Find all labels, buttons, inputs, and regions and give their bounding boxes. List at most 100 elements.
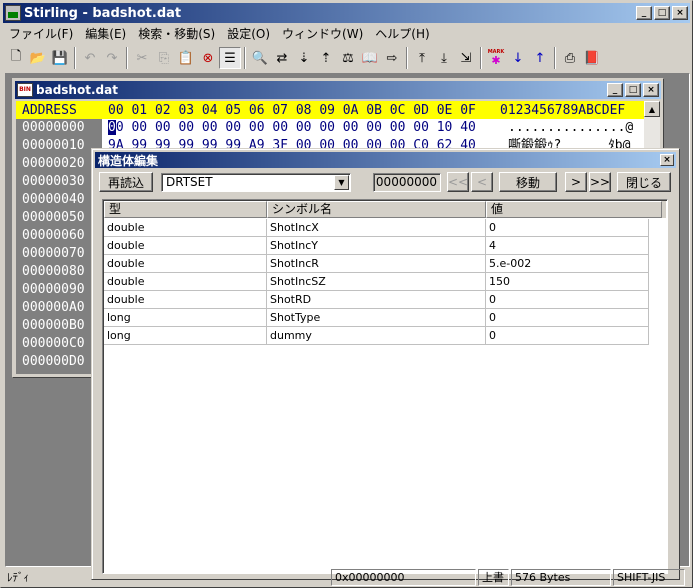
print-icon[interactable]: ⎙ — [559, 47, 581, 69]
menu-settings[interactable]: 設定(O) — [221, 25, 276, 42]
hex-bytes-row[interactable]: 00 00 00 00 00 00 00 00 00 00 00 00 00 0… — [102, 119, 476, 137]
table-row[interactable]: long ShotType 0 — [104, 309, 666, 327]
reload-button[interactable]: 再読込 — [99, 172, 153, 192]
cell-type: double — [104, 255, 267, 273]
menu-file[interactable]: ファイル(F) — [3, 25, 79, 42]
open-folder-icon[interactable]: 📂 — [27, 47, 49, 69]
cell-value[interactable]: 150 — [486, 273, 649, 291]
address-cell: 000000C0 — [22, 336, 85, 351]
offset-field[interactable]: 00000000 — [373, 173, 441, 192]
app-icon[interactable] — [5, 5, 21, 21]
address-cell: 00000060 — [22, 228, 85, 243]
undo-icon[interactable]: ↶ — [79, 47, 101, 69]
address-header: ADDRESS — [22, 102, 77, 118]
address-cell: 00000070 — [22, 246, 85, 261]
struct-select-value: DRTSET — [166, 175, 213, 189]
save-icon[interactable]: 💾 — [49, 47, 71, 69]
table-row[interactable]: double ShotIncSZ 150 — [104, 273, 666, 291]
dialog-close-icon[interactable]: × — [660, 154, 674, 166]
minimize-button[interactable]: _ — [636, 6, 652, 20]
cell-value[interactable]: 4 — [486, 237, 649, 255]
cell-value[interactable]: 5.e-002 — [486, 255, 649, 273]
find-next-icon[interactable]: ⇣ — [293, 47, 315, 69]
table-row[interactable]: double ShotIncR 5.e-002 — [104, 255, 666, 273]
page-end-icon[interactable]: ⇲ — [455, 47, 477, 69]
cell-symbol: ShotIncSZ — [267, 273, 486, 291]
mark-next-icon[interactable]: ↓ — [507, 47, 529, 69]
cell-value[interactable]: 0 — [486, 327, 649, 345]
toolbar: 🗋 📂 💾 ↶ ↷ ✂ ⎘ 📋 ⊗ ☰ 🔍 ⇄ ⇣ ⇡ ⚖ 📖 ⇨ ⤒ ⤓ ⇲ … — [5, 45, 688, 71]
page-down-icon[interactable]: ⤓ — [433, 47, 455, 69]
cell-value[interactable]: 0 — [486, 291, 649, 309]
column-header-symbol[interactable]: シンボル名 — [267, 201, 486, 218]
compare-icon[interactable]: ⚖ — [337, 47, 359, 69]
dialog-titlebar[interactable]: 構造体編集 × — [95, 152, 676, 168]
menu-edit[interactable]: 編集(E) — [79, 25, 132, 42]
cursor-byte[interactable]: 0 — [108, 120, 116, 135]
close-dialog-button[interactable]: 閉じる — [617, 172, 671, 192]
main-titlebar[interactable]: Stirling - badshot.dat _ □ × — [3, 3, 690, 23]
struct-edit-icon[interactable]: ☰ — [219, 47, 241, 69]
redo-icon[interactable]: ↷ — [101, 47, 123, 69]
help-book-icon[interactable]: 📕 — [581, 47, 603, 69]
maximize-button[interactable]: □ — [654, 6, 670, 20]
last-button[interactable]: >> — [589, 172, 611, 192]
hex-chars-row[interactable]: ...............@ — [500, 119, 633, 137]
table-row[interactable]: double ShotRD 0 — [104, 291, 666, 309]
copy-icon[interactable]: ⎘ — [153, 47, 175, 69]
find-prev-icon[interactable]: ⇡ — [315, 47, 337, 69]
mark-icon[interactable]: MARK ✱ — [485, 47, 507, 69]
cell-type: double — [104, 291, 267, 309]
book-icon[interactable]: 📖 — [359, 47, 381, 69]
close-button[interactable]: × — [672, 6, 688, 20]
new-file-icon[interactable]: 🗋 — [5, 47, 27, 69]
find-icon[interactable]: 🔍 — [249, 47, 271, 69]
menu-window[interactable]: ウィンドウ(W) — [276, 25, 369, 42]
cell-value[interactable]: 0 — [486, 309, 649, 327]
address-cell: 000000A0 — [22, 300, 85, 315]
jump-icon[interactable]: ⇨ — [381, 47, 403, 69]
window-title: Stirling - badshot.dat — [24, 5, 182, 21]
menu-search[interactable]: 検索・移動(S) — [132, 25, 221, 42]
menu-help[interactable]: ヘルプ(H) — [369, 25, 435, 42]
prev-button[interactable]: < — [471, 172, 493, 192]
table-row[interactable]: double ShotIncX 0 — [104, 219, 666, 237]
paste-icon[interactable]: 📋 — [175, 47, 197, 69]
status-size: 576 Bytes — [511, 569, 611, 586]
cell-symbol: ShotRD — [267, 291, 486, 309]
column-header-value[interactable]: 値 — [486, 201, 662, 218]
address-cell: 00000050 — [22, 210, 85, 225]
status-encoding: SHIFT-JIS — [613, 569, 685, 586]
cell-value[interactable]: 0 — [486, 219, 649, 237]
doc-close-button[interactable]: × — [643, 83, 659, 97]
address-cell: 00000020 — [22, 156, 85, 171]
mark-prev-icon[interactable]: ↑ — [529, 47, 551, 69]
toolbar-separator — [244, 47, 246, 69]
document-titlebar[interactable]: BIN badshot.dat _ □ × — [15, 81, 661, 99]
cell-symbol: ShotIncR — [267, 255, 486, 273]
menu-bar: ファイル(F) 編集(E) 検索・移動(S) 設定(O) ウィンドウ(W) ヘル… — [3, 24, 690, 42]
delete-icon[interactable]: ⊗ — [197, 47, 219, 69]
main-window: Stirling - badshot.dat _ □ × ファイル(F) 編集(… — [0, 0, 693, 588]
page-up-icon[interactable]: ⤒ — [411, 47, 433, 69]
chevron-down-icon[interactable]: ▼ — [334, 175, 349, 190]
table-row[interactable]: long dummy 0 — [104, 327, 666, 345]
hex-bytes: 0 00 00 00 00 00 00 00 00 00 00 00 00 00… — [115, 120, 476, 135]
grid-header: 型 シンボル名 値 — [104, 201, 666, 218]
struct-select[interactable]: DRTSET ▼ — [161, 173, 351, 192]
next-button[interactable]: > — [565, 172, 587, 192]
table-row[interactable]: double ShotIncY 4 — [104, 237, 666, 255]
status-mode: 上書 — [478, 569, 509, 586]
scroll-up-button[interactable]: ▲ — [644, 101, 660, 117]
address-cell: 00000040 — [22, 192, 85, 207]
doc-minimize-button[interactable]: _ — [607, 83, 623, 97]
find-replace-icon[interactable]: ⇄ — [271, 47, 293, 69]
status-address: 0x00000000 — [331, 569, 476, 586]
move-button[interactable]: 移動 — [499, 172, 557, 192]
bin-file-icon[interactable]: BIN — [17, 83, 33, 97]
doc-maximize-button[interactable]: □ — [625, 83, 641, 97]
first-button[interactable]: << — [447, 172, 469, 192]
struct-grid[interactable]: 型 シンボル名 値 double ShotIncX 0 double ShotI… — [102, 199, 668, 574]
column-header-type[interactable]: 型 — [104, 201, 267, 218]
cut-icon[interactable]: ✂ — [131, 47, 153, 69]
